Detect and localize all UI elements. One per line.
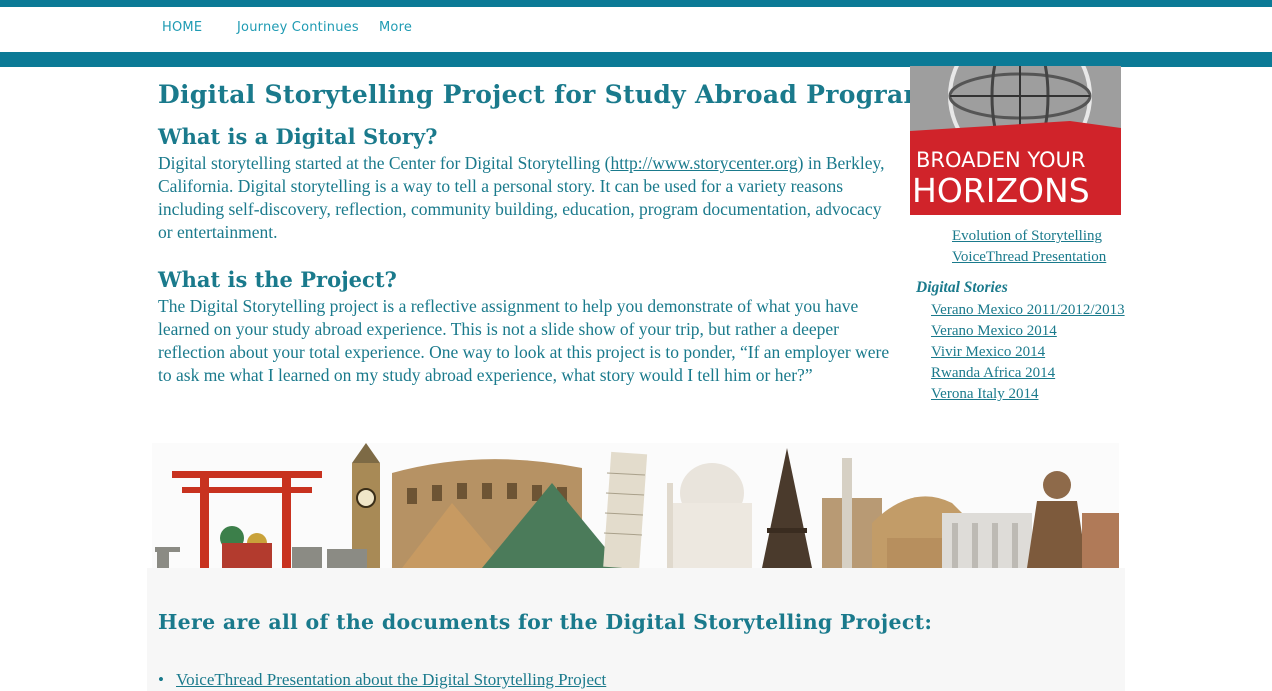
nav-journey-continues[interactable]: Journey Continues	[237, 20, 359, 35]
nav-more[interactable]: More	[379, 20, 412, 35]
story-link-verona-italy-2014[interactable]: Verona Italy 2014	[931, 384, 1125, 405]
header-band	[0, 52, 1272, 67]
digital-stories-heading: Digital Stories	[916, 279, 1008, 296]
storycenter-link[interactable]: http://www.storycenter.org	[610, 153, 797, 173]
sidebar-links: Evolution of Storytelling VoiceThread Pr…	[952, 226, 1106, 268]
section-heading-project: What is the Project?	[158, 267, 397, 292]
link-voicethread-presentation[interactable]: VoiceThread Presentation	[952, 247, 1106, 268]
story-link-vivir-mexico-2014[interactable]: Vivir Mexico 2014	[931, 342, 1125, 363]
world-landmarks-banner	[152, 443, 1119, 568]
hero-text-line1: BROADEN YOUR	[916, 148, 1086, 172]
documents-section: Here are all of the documents for the Di…	[147, 568, 1125, 691]
list-item: VoiceThread Presentation about the Digit…	[158, 670, 606, 690]
hero-text-line2: HORIZONS	[912, 171, 1090, 210]
section-heading-digital-story: What is a Digital Story?	[158, 124, 438, 149]
intro-text: Digital storytelling started at the Cent…	[158, 153, 611, 173]
digital-stories-list: Verano Mexico 2011/2012/2013 Verano Mexi…	[931, 300, 1125, 405]
page-title: Digital Storytelling Project for Study A…	[158, 80, 945, 109]
story-link-rwanda-africa-2014[interactable]: Rwanda Africa 2014	[931, 363, 1125, 384]
story-link-verano-mexico-2014[interactable]: Verano Mexico 2014	[931, 321, 1125, 342]
nav-home[interactable]: HOME	[162, 20, 202, 35]
documents-list: VoiceThread Presentation about the Digit…	[158, 670, 606, 690]
section-text-digital-story: Digital storytelling started at the Cent…	[158, 152, 890, 244]
documents-heading: Here are all of the documents for the Di…	[158, 610, 933, 634]
section-text-project: The Digital Storytelling project is a re…	[158, 296, 890, 385]
top-navigation: HOME Journey Continues More	[0, 7, 1272, 52]
story-link-verano-mexico-2011-2013[interactable]: Verano Mexico 2011/2012/2013	[931, 300, 1125, 321]
voicethread-document-link[interactable]: VoiceThread Presentation about the Digit…	[176, 670, 606, 689]
link-evolution-of-storytelling[interactable]: Evolution of Storytelling	[952, 226, 1106, 247]
top-accent-bar	[0, 0, 1272, 7]
broaden-horizons-image: BROADEN YOUR HORIZONS	[910, 66, 1121, 215]
